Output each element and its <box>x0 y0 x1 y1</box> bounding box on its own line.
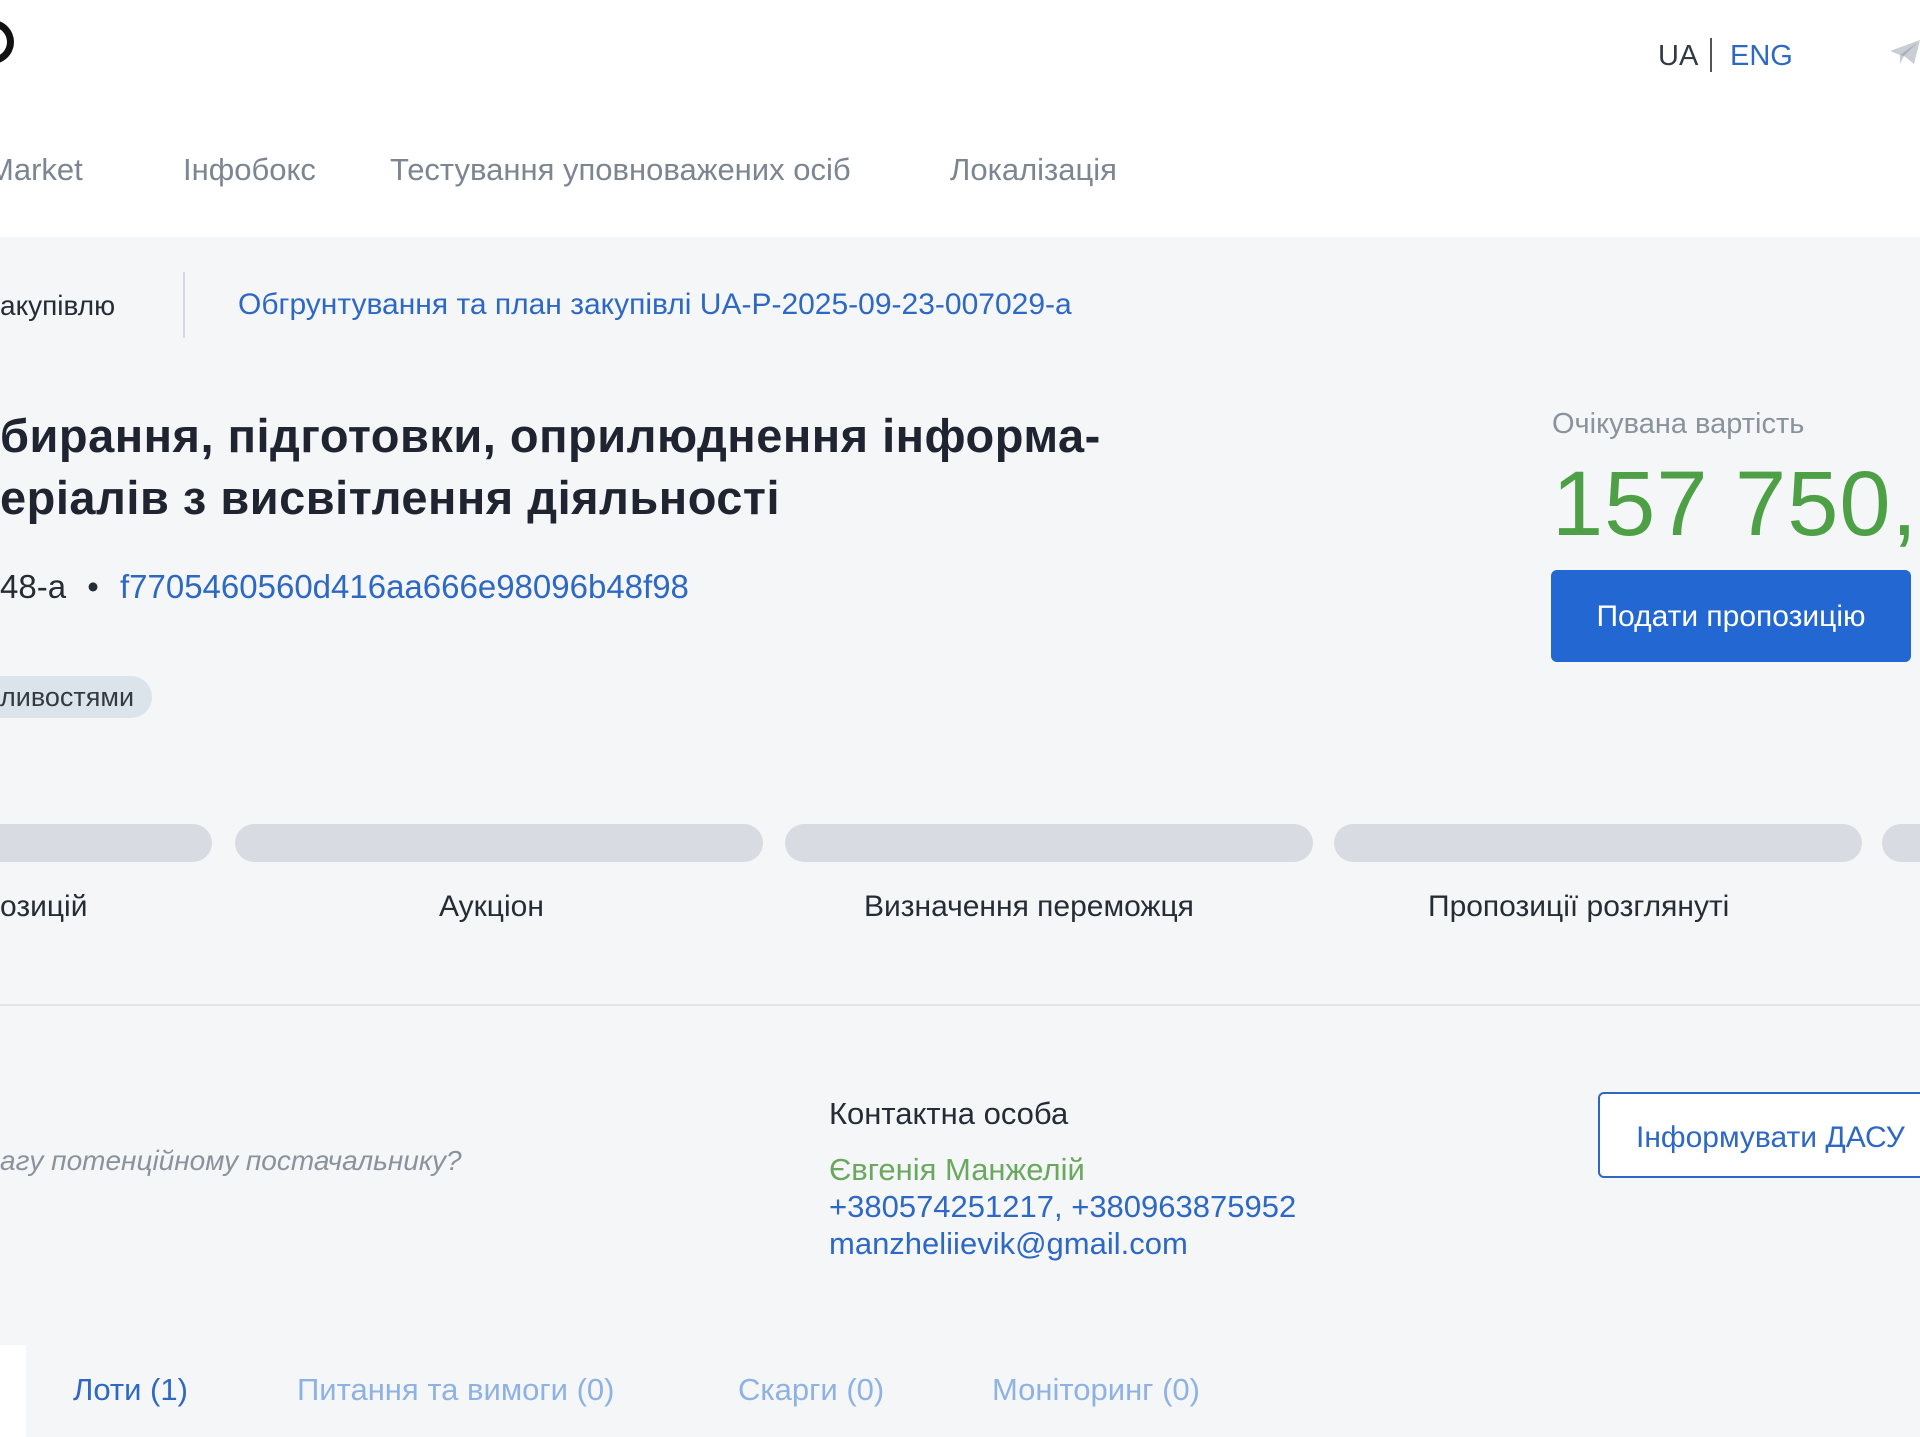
tender-id-line: 48-a • f7705460560d416aa666e98096b48f98 <box>0 568 689 606</box>
contact-email-link[interactable]: manzheliievik@gmail.com <box>829 1226 1188 1262</box>
tab-bar-surface <box>0 1345 26 1437</box>
stage-bar-auction <box>235 824 763 862</box>
contact-title: Контактна особа <box>829 1096 1069 1131</box>
contact-phones[interactable]: +380574251217, +380963875952 <box>829 1189 1296 1225</box>
title-line-2: еріалів з висвітлення діяльності <box>0 471 781 524</box>
tender-hash-link[interactable]: f7705460560d416aa666e98096b48f98 <box>120 568 689 605</box>
lang-eng-button[interactable]: ENG <box>1730 40 1793 73</box>
stage-label-reviewed: Пропозиції розглянуті <box>1428 890 1730 923</box>
lang-ua-button[interactable]: UA <box>1658 40 1698 73</box>
nav-item-testing[interactable]: Тестування уповноважених осіб <box>390 152 851 188</box>
nav-item-infobox[interactable]: Інфобокс <box>183 152 316 188</box>
stage-label-winner: Визначення переможця <box>864 890 1194 923</box>
top-header <box>0 0 1920 237</box>
procedure-tag: ливостями <box>0 676 153 718</box>
nav-item-localization[interactable]: Локалізація <box>950 152 1117 188</box>
tab-questions[interactable]: Питання та вимоги (0) <box>297 1372 615 1408</box>
inform-dasu-button[interactable]: Інформувати ДАСУ <box>1598 1092 1920 1178</box>
breadcrumb-divider <box>183 272 185 338</box>
supplier-hint[interactable]: агу потенційному постачальнику? <box>0 1145 462 1177</box>
section-divider <box>0 1004 1920 1006</box>
page-title: бирання, підготовки, оприлюднення інформ… <box>0 405 1300 529</box>
stage-bar-proposals <box>0 824 212 862</box>
lang-separator <box>1710 38 1712 72</box>
tab-complaints[interactable]: Скарги (0) <box>738 1372 884 1408</box>
nav-item-market[interactable]: Market <box>0 152 83 188</box>
plan-link[interactable]: Обгрунтування та план закупівлі UA-P-202… <box>238 288 1072 322</box>
tab-monitoring[interactable]: Моніторинг (0) <box>992 1372 1200 1408</box>
stage-bar-winner <box>785 824 1313 862</box>
contact-name: Євгенія Манжелій <box>829 1152 1085 1187</box>
expected-value-amount: 157 750, <box>1552 453 1919 555</box>
tab-lots[interactable]: Лоти (1) <box>73 1372 188 1408</box>
telegram-icon[interactable] <box>1888 38 1920 66</box>
stage-bar-reviewed <box>1334 824 1862 862</box>
title-line-1: бирання, підготовки, оприлюднення інформ… <box>0 409 1101 462</box>
stage-label-auction: Аукціон <box>439 890 544 923</box>
submit-proposal-button[interactable]: Подати пропозицію <box>1551 570 1911 662</box>
stage-bar-next <box>1882 824 1920 862</box>
tender-id: 48-a <box>0 568 67 605</box>
id-separator: • <box>87 568 99 605</box>
stage-label-proposals: озицій <box>0 890 88 923</box>
expected-value-label: Очікувана вартість <box>1552 408 1805 440</box>
breadcrumb-item[interactable]: акупівлю <box>0 290 115 322</box>
